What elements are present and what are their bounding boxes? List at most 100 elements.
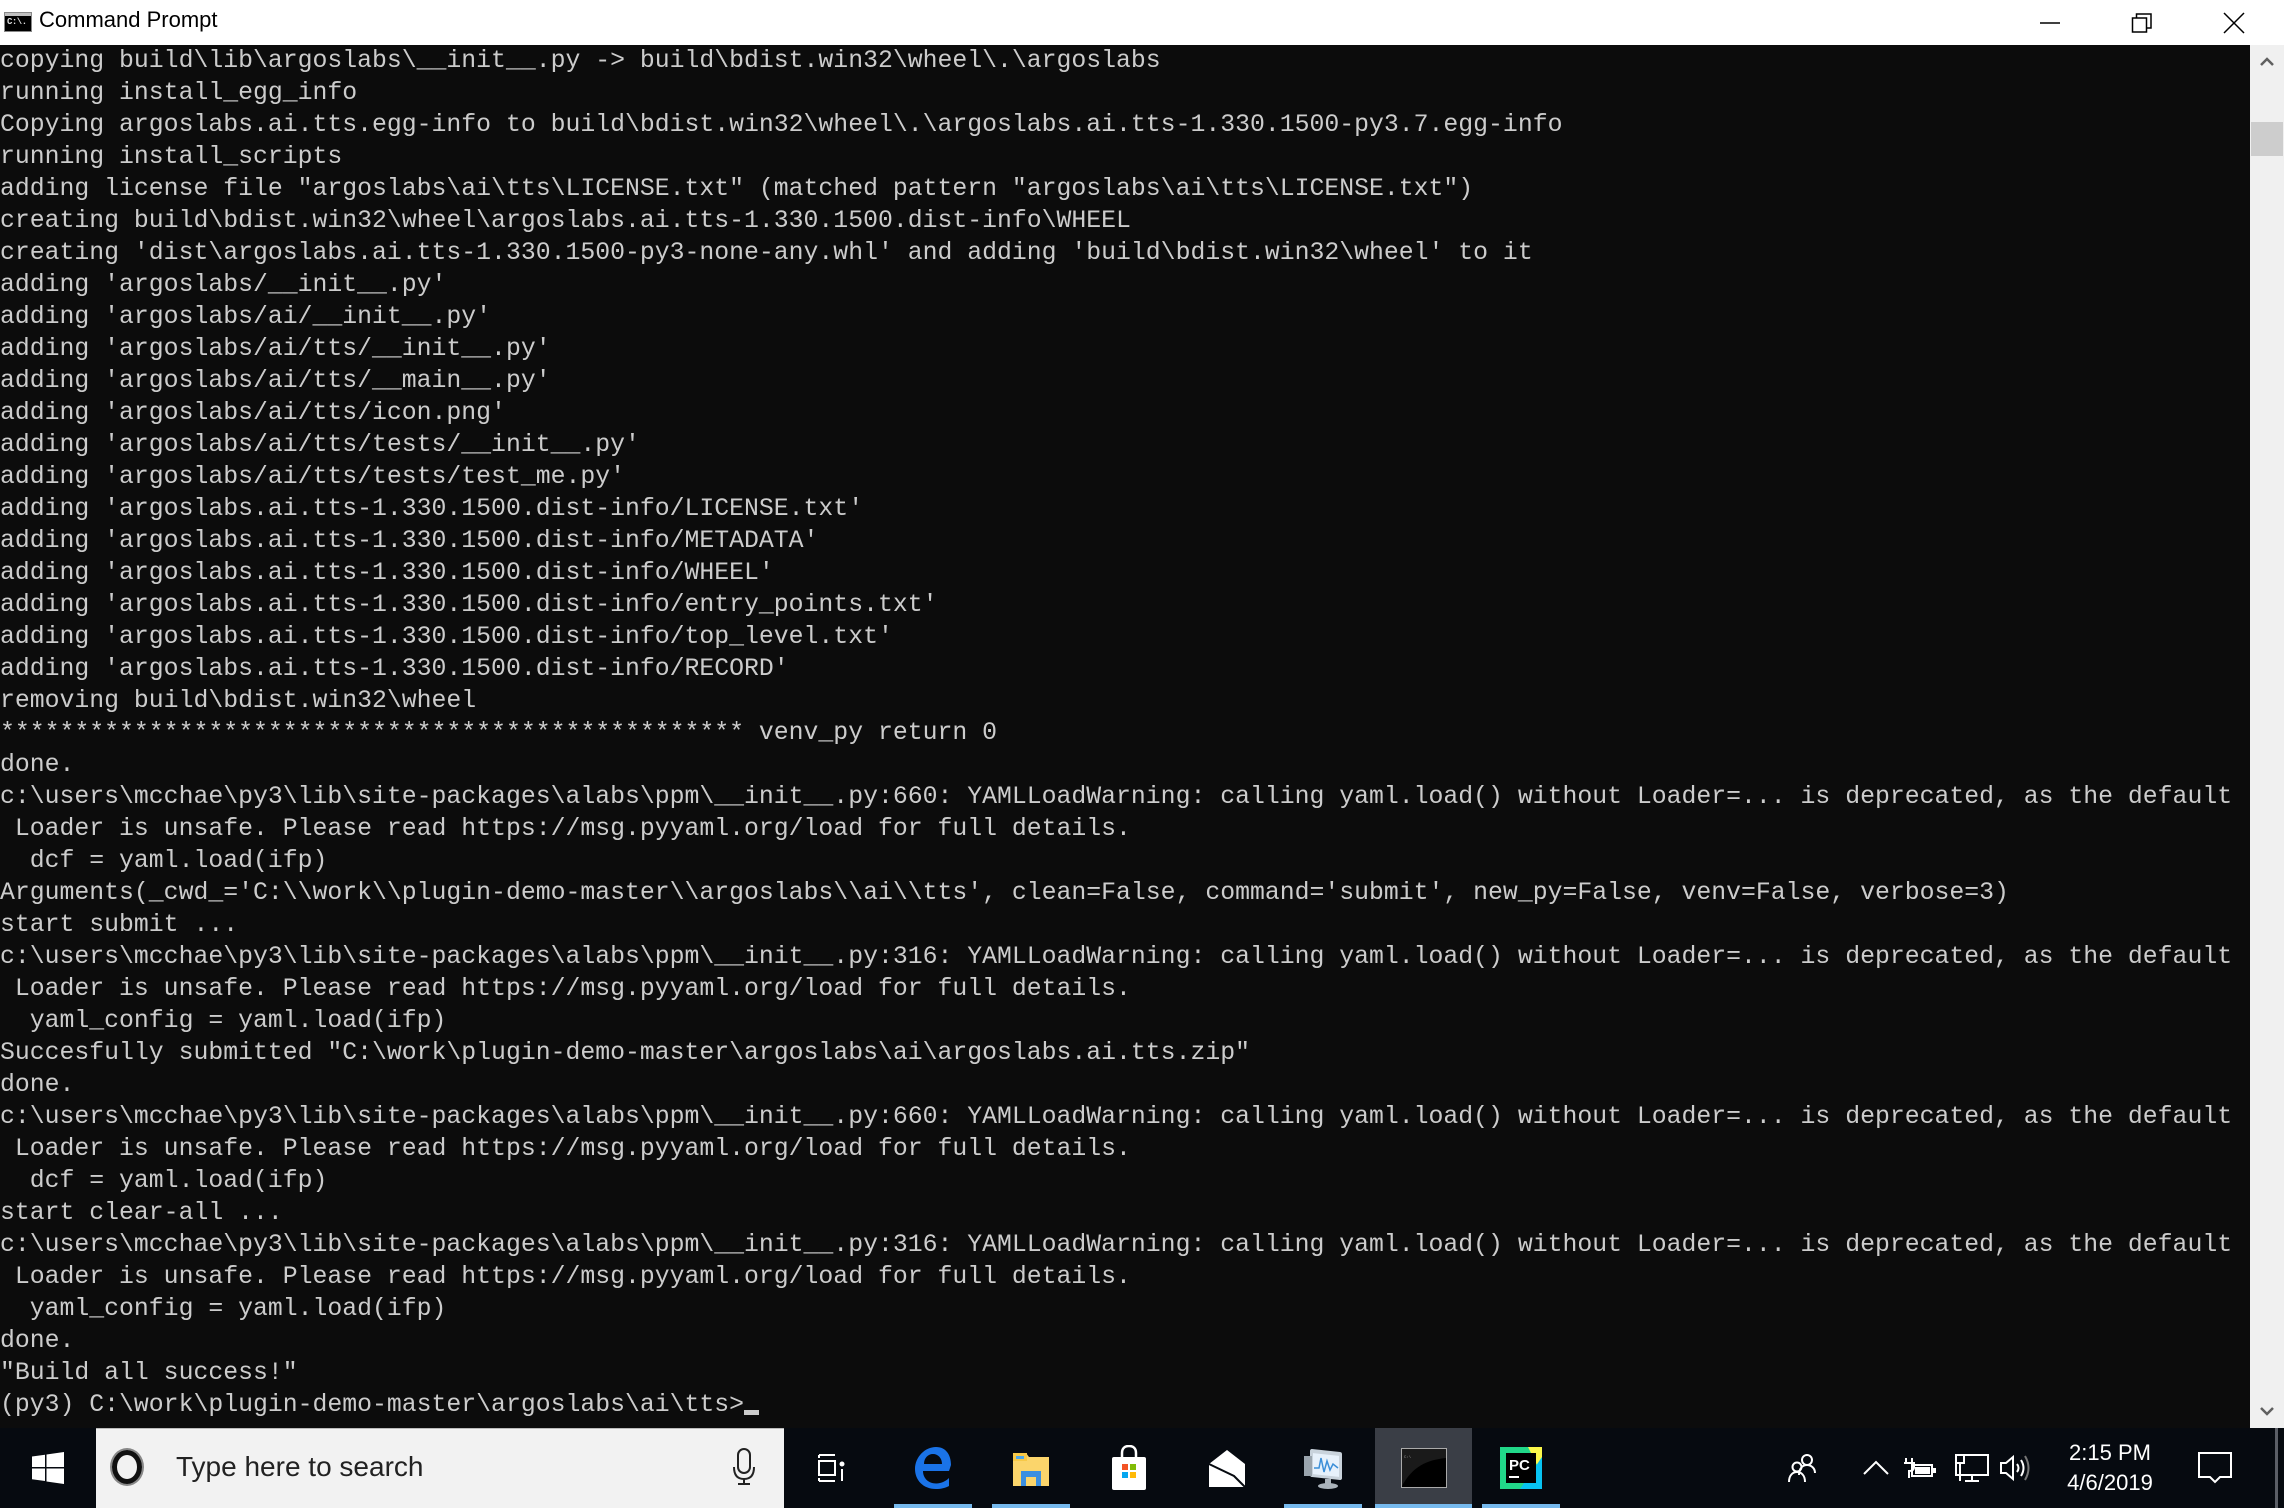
chevron-up-icon <box>2260 57 2274 66</box>
volume-icon <box>2000 1454 2030 1482</box>
volume-button[interactable] <box>1996 1428 2036 1508</box>
taskbar-mail[interactable] <box>1180 1428 1274 1508</box>
cmd-icon[interactable]: C:\. <box>4 12 32 32</box>
running-indicator <box>1375 1504 1472 1508</box>
show-desktop-button[interactable] <box>2275 1428 2278 1508</box>
console-line: Loader is unsafe. Please read https://ms… <box>0 1135 1131 1163</box>
taskbar-performance-monitor[interactable] <box>1276 1428 1370 1508</box>
console-line: creating 'dist\argoslabs.ai.tts-1.330.15… <box>0 239 1533 267</box>
console-line: dcf = yaml.load(ifp) <box>0 1167 328 1195</box>
running-indicator <box>992 1504 1070 1508</box>
clock[interactable]: 2:15 PM 4/6/2019 <box>2050 1438 2170 1498</box>
console-line: Succesfully submitted "C:\work\plugin-de… <box>0 1039 1250 1067</box>
task-view-button[interactable] <box>784 1428 878 1508</box>
taskbar-file-explorer[interactable] <box>984 1428 1078 1508</box>
title-bar[interactable]: C:\. Command Prompt <box>0 0 2284 45</box>
people-button[interactable] <box>1778 1428 1826 1508</box>
svg-text:PC: PC <box>1509 1457 1530 1474</box>
minimize-button[interactable] <box>2004 0 2096 45</box>
minimize-icon <box>2040 21 2060 24</box>
notifications-icon <box>2198 1452 2232 1484</box>
scroll-down-button[interactable] <box>2250 1394 2284 1428</box>
pycharm-icon: PC <box>1500 1447 1542 1489</box>
task-view-icon <box>818 1454 845 1482</box>
taskbar-command-prompt[interactable]: C:\ <box>1375 1428 1472 1508</box>
console-line: adding 'argoslabs/ai/tts/tests/__init__.… <box>0 431 640 459</box>
close-icon <box>2223 11 2245 34</box>
console-line: c:\users\mcchae\py3\lib\site-packages\al… <box>0 1103 2233 1131</box>
console-line: c:\users\mcchae\py3\lib\site-packages\al… <box>0 1231 2233 1259</box>
console-line: c:\users\mcchae\py3\lib\site-packages\al… <box>0 943 2233 971</box>
console-line: yaml_config = yaml.load(ifp) <box>0 1007 447 1035</box>
search-box[interactable]: Type here to search <box>96 1428 784 1508</box>
mail-icon <box>1208 1450 1246 1488</box>
console-line: start clear-all ... <box>0 1199 283 1227</box>
restore-icon <box>2131 12 2152 33</box>
console-line: running install_egg_info <box>0 79 358 107</box>
running-indicator <box>1482 1504 1560 1508</box>
scroll-thumb[interactable] <box>2251 122 2283 156</box>
console-line: done. <box>0 1071 75 1099</box>
taskbar: Type here to search C:\ PC 2:15 PM 4/6/2… <box>0 1428 2284 1508</box>
running-indicator <box>1284 1504 1362 1508</box>
windows-logo-icon <box>32 1452 64 1484</box>
console-line: adding 'argoslabs/__init__.py' <box>0 271 447 299</box>
console-line: adding 'argoslabs.ai.tts-1.330.1500.dist… <box>0 559 774 587</box>
console-line: creating build\bdist.win32\wheel\argosla… <box>0 207 1131 235</box>
console-line: adding 'argoslabs.ai.tts-1.330.1500.dist… <box>0 623 893 651</box>
scroll-up-button[interactable] <box>2250 45 2284 79</box>
console-line: running install_scripts <box>0 143 343 171</box>
console-lines: copying build\lib\argoslabs\__init__.py … <box>0 45 2250 1389</box>
console-line: start submit ... <box>0 911 239 939</box>
taskbar-store[interactable] <box>1082 1428 1176 1508</box>
cmd-icon: C:\ <box>1400 1448 1447 1488</box>
console-prompt: (py3) C:\work\plugin-demo-master\argosla… <box>0 1391 745 1419</box>
start-button[interactable] <box>0 1428 96 1508</box>
console-line: adding 'argoslabs.ai.tts-1.330.1500.dist… <box>0 495 864 523</box>
taskbar-pycharm[interactable]: PC <box>1474 1428 1568 1508</box>
chevron-up-icon <box>1863 1460 1889 1475</box>
chevron-down-icon <box>2260 1407 2274 1416</box>
people-icon <box>1788 1454 1816 1483</box>
running-indicator <box>894 1504 972 1508</box>
console-line: adding 'argoslabs/ai/tts/icon.png' <box>0 399 506 427</box>
console-line: Loader is unsafe. Please read https://ms… <box>0 815 1131 843</box>
console-line: adding 'argoslabs/ai/tts/tests/test_me.p… <box>0 463 625 491</box>
cmd-icon-glyph: C:\. <box>7 17 27 27</box>
action-center-button[interactable] <box>2190 1428 2240 1508</box>
close-button[interactable] <box>2188 0 2280 45</box>
cortana-icon[interactable] <box>112 1450 142 1484</box>
console-line: "Build all success!" <box>0 1359 298 1387</box>
console-line: yaml_config = yaml.load(ifp) <box>0 1295 447 1323</box>
console-line: Arguments(_cwd_='C:\\work\\plugin-demo-m… <box>0 879 2009 907</box>
network-icon <box>1955 1454 1989 1482</box>
console-output[interactable]: copying build\lib\argoslabs\__init__.py … <box>0 45 2250 1428</box>
restore-button[interactable] <box>2096 0 2188 45</box>
show-hidden-icons-button[interactable] <box>1856 1428 1896 1508</box>
clock-time: 2:15 PM <box>2069 1440 2151 1465</box>
console-line: removing build\bdist.win32\wheel <box>0 687 477 715</box>
console-line: adding 'argoslabs.ai.tts-1.330.1500.dist… <box>0 527 819 555</box>
taskbar-edge[interactable] <box>886 1428 980 1508</box>
console-line: adding 'argoslabs.ai.tts-1.330.1500.dist… <box>0 591 938 619</box>
console-line: adding 'argoslabs.ai.tts-1.330.1500.dist… <box>0 655 789 683</box>
window-title: Command Prompt <box>39 7 218 32</box>
folder-icon <box>1013 1453 1049 1486</box>
console-line: Copying argoslabs.ai.tts.egg-info to bui… <box>0 111 1563 139</box>
console-line: Loader is unsafe. Please read https://ms… <box>0 975 1131 1003</box>
store-bag-icon <box>1112 1445 1146 1490</box>
console-line: done. <box>0 1327 75 1355</box>
battery-button[interactable] <box>1900 1428 1940 1508</box>
network-button[interactable] <box>1950 1428 1994 1508</box>
edge-icon <box>915 1447 951 1489</box>
vertical-scrollbar[interactable] <box>2250 45 2284 1428</box>
search-input[interactable]: Type here to search <box>176 1451 423 1483</box>
microphone-icon[interactable] <box>732 1447 756 1487</box>
console-line: c:\users\mcchae\py3\lib\site-packages\al… <box>0 783 2233 811</box>
clock-date: 4/6/2019 <box>2067 1470 2153 1495</box>
text-cursor <box>744 1410 760 1415</box>
battery-charging-icon <box>1904 1458 1936 1478</box>
console-line: adding 'argoslabs/ai/tts/__init__.py' <box>0 335 551 363</box>
console-prompt-line[interactable]: (py3) C:\work\plugin-demo-master\argosla… <box>0 1389 2250 1421</box>
perfmon-icon <box>1304 1449 1342 1489</box>
